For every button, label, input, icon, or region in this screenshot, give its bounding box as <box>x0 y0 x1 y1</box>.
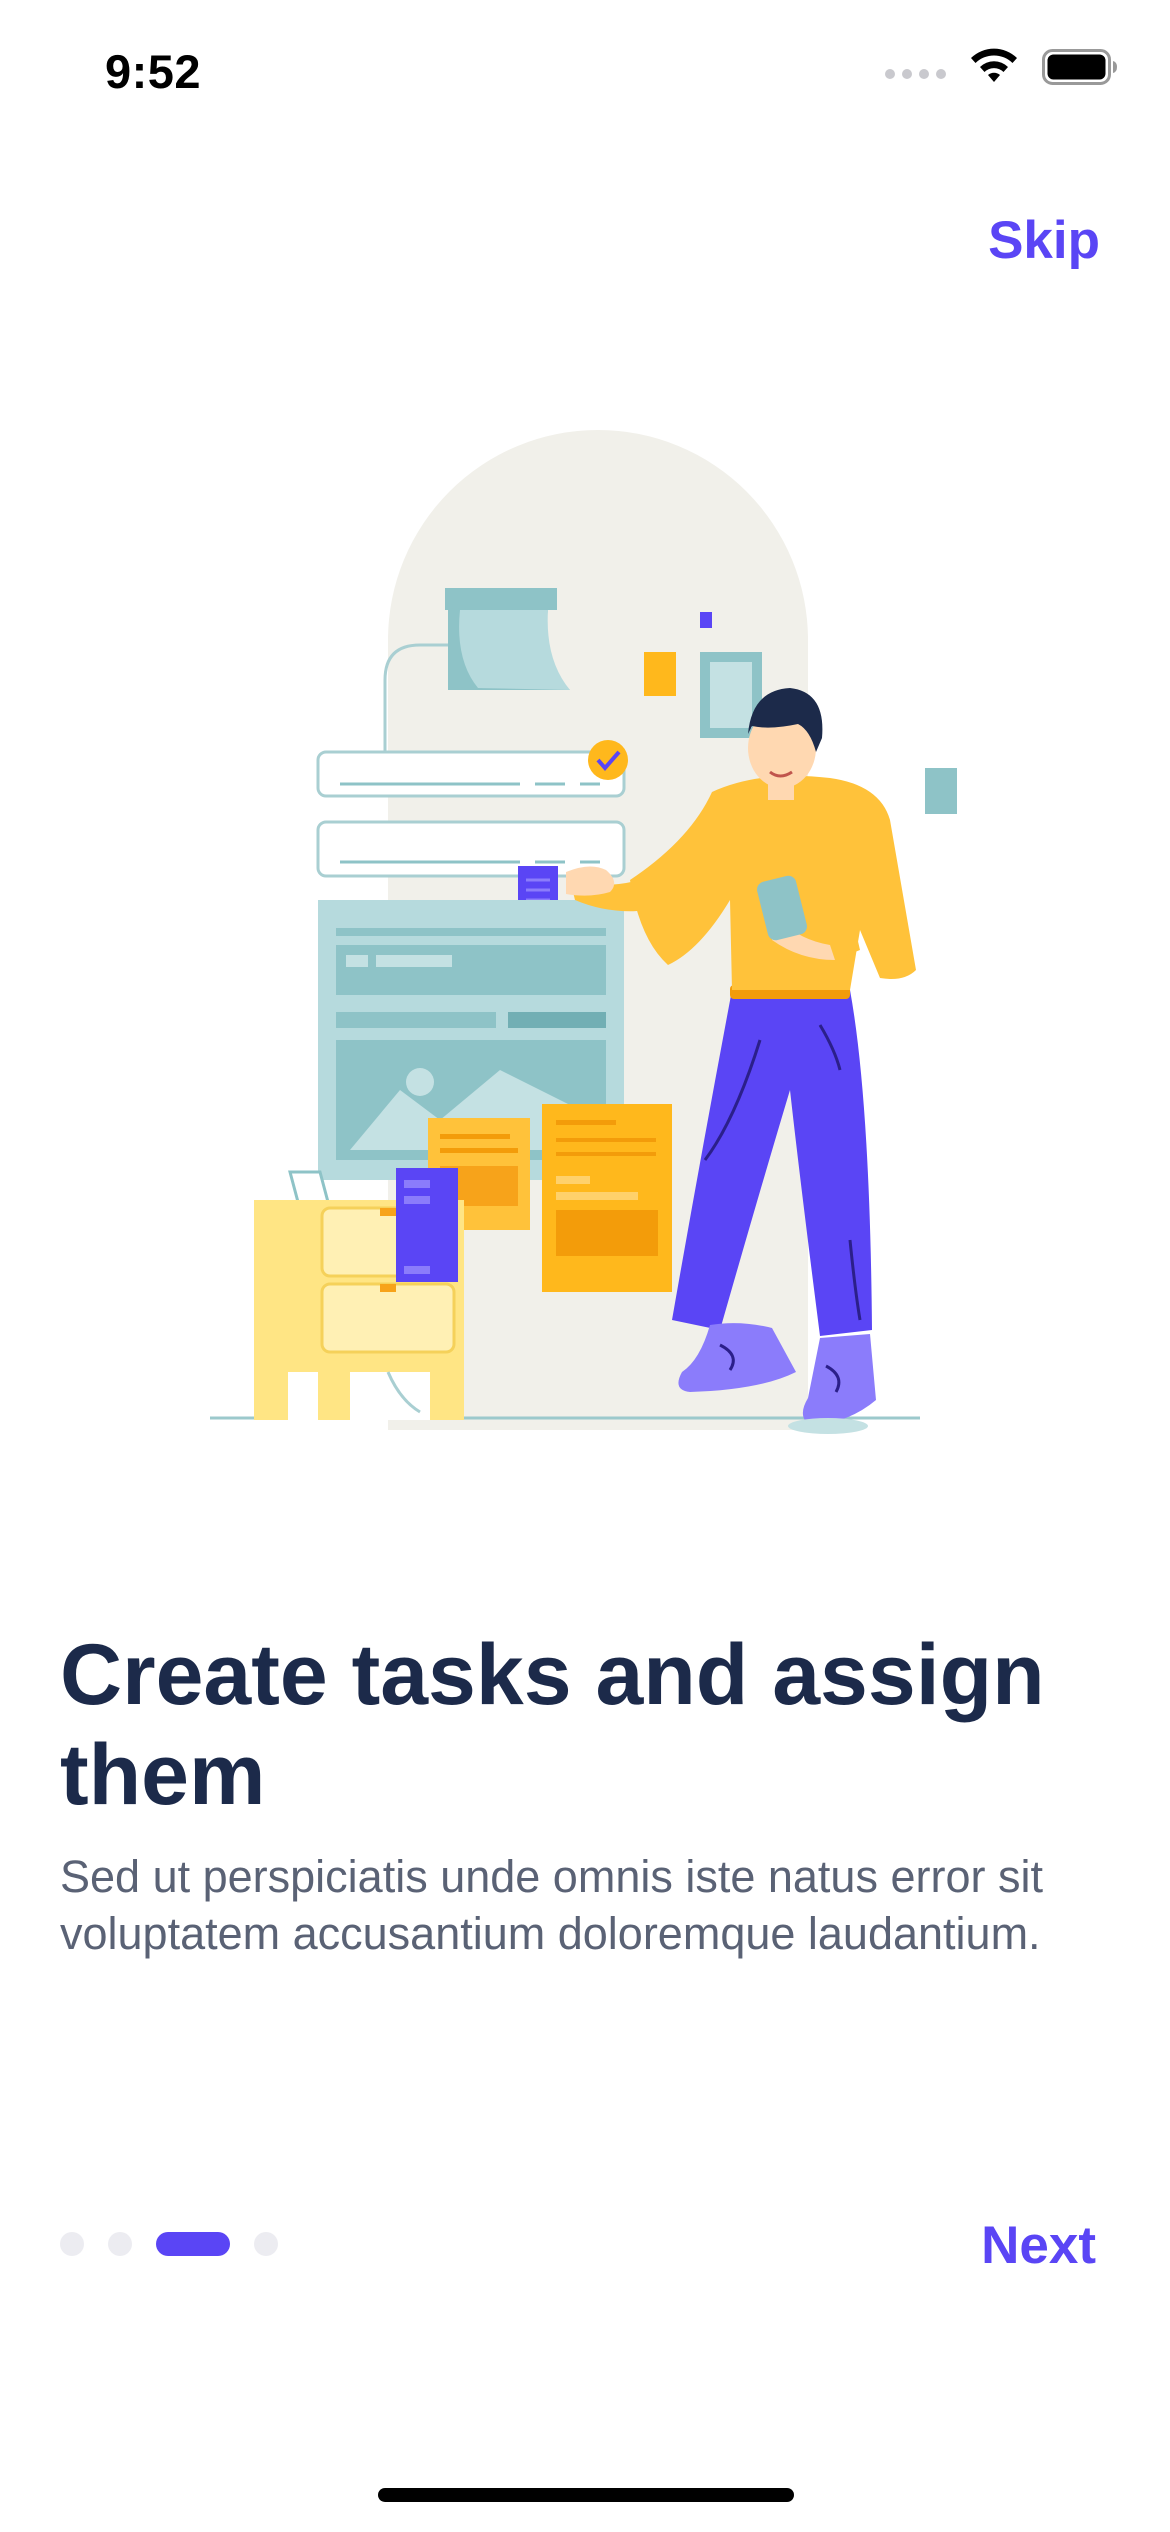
page-indicator <box>60 2232 278 2256</box>
page-dot-3-active[interactable] <box>156 2232 230 2256</box>
status-icons <box>885 48 1118 86</box>
wifi-icon <box>971 48 1017 82</box>
home-indicator[interactable] <box>378 2488 794 2502</box>
skip-button[interactable]: Skip <box>988 210 1100 271</box>
page-dot-1[interactable] <box>60 2232 84 2256</box>
onboarding-illustration <box>210 430 957 1434</box>
page-dot-4[interactable] <box>254 2232 278 2256</box>
page-dot-2[interactable] <box>108 2232 132 2256</box>
page-title: Create tasks and assign them <box>60 1627 1045 1823</box>
battery-icon <box>1042 49 1117 85</box>
next-button[interactable]: Next <box>981 2215 1096 2276</box>
frame-top <box>445 588 557 610</box>
status-bar: 9:52 <box>0 0 1170 150</box>
cellular-signal-icon <box>885 69 946 79</box>
status-time: 9:52 <box>105 45 202 98</box>
page-description: Sed ut perspiciatis unde omnis iste natu… <box>60 1851 1043 1959</box>
